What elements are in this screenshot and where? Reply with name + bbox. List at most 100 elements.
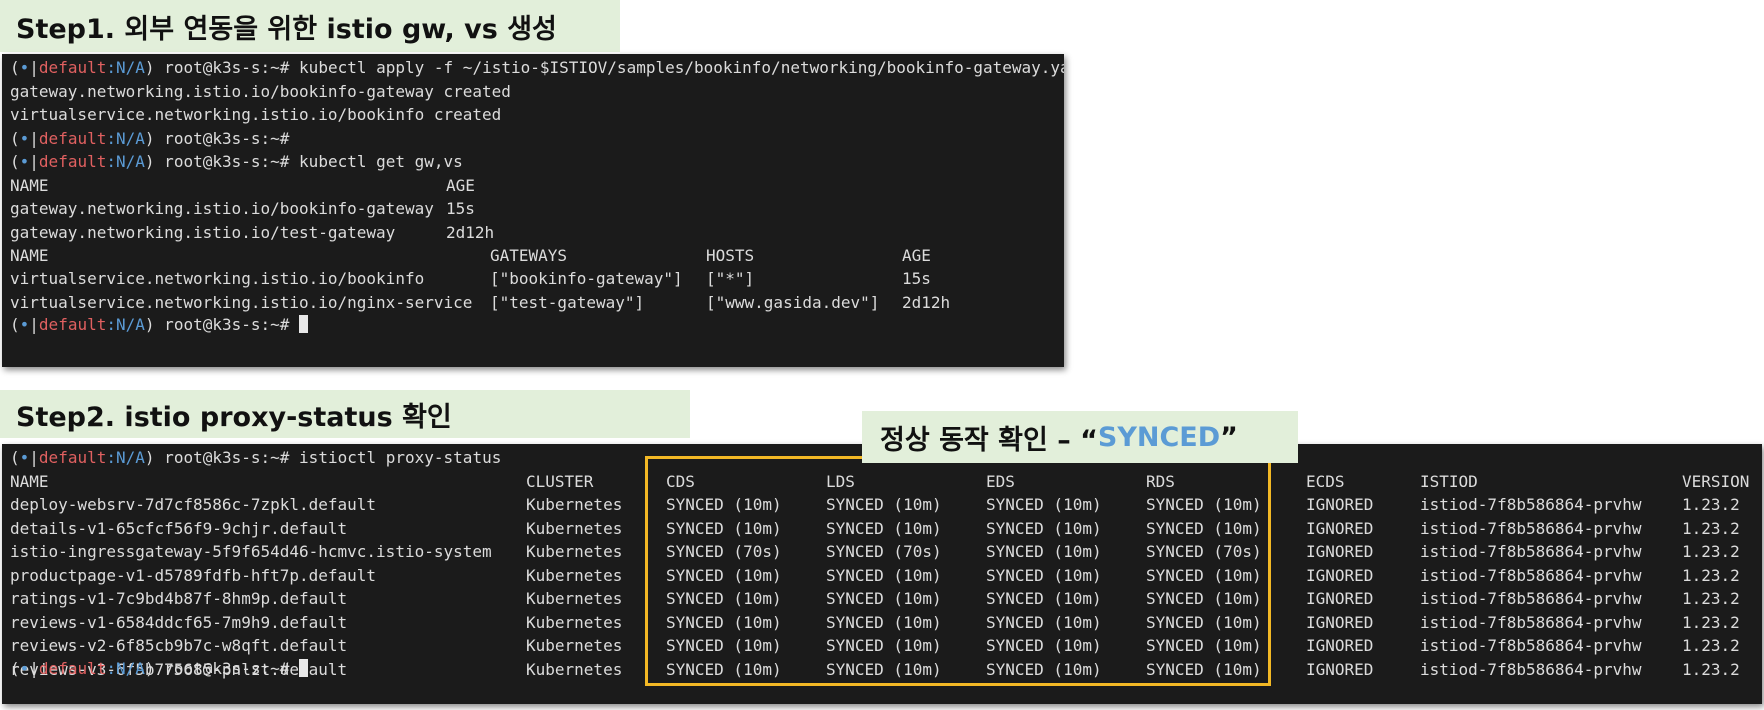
prompt-context: default xyxy=(38,128,107,148)
prompt-namespace: N/A xyxy=(116,58,145,77)
prompt-colon: : xyxy=(106,58,116,77)
table-cell: ratings-v1-7c9bd4b87f-8hm9p.default xyxy=(10,589,348,608)
prompt-user-host: root@k3s-s:~# xyxy=(154,128,300,148)
table-cell: Kubernetes xyxy=(526,495,623,514)
prompt-context: default xyxy=(38,152,107,171)
table-cell: IGNORED xyxy=(1306,518,1374,538)
shell-prompt: (•|default:N/A) root@k3s-s:~# xyxy=(10,315,299,334)
table-cell: NAME xyxy=(10,175,49,195)
prompt-close: ) xyxy=(144,152,155,171)
table-cell: SYNCED (10m) xyxy=(1146,636,1262,655)
table-cell: 2d12h xyxy=(902,292,951,312)
table-cell: SYNCED (10m) xyxy=(986,612,1102,632)
prompt-open: ( xyxy=(10,58,20,77)
command-apply: kubectl apply -f ~/istio-$ISTIOV/samples… xyxy=(299,58,1064,77)
table-cell: 1.23.2 xyxy=(1682,565,1740,585)
prompt-user-host: root@k3s-s:~# xyxy=(154,659,300,678)
prompt-user-host: root@k3s-s:~# xyxy=(154,448,300,467)
prompt-separator: | xyxy=(29,128,39,148)
table-cell: istiod-7f8b586864-prvhw xyxy=(1420,518,1642,538)
table-cell: CLUSTER xyxy=(526,471,594,491)
table-cell: ECDS xyxy=(1306,471,1345,491)
table-cell: Kubernetes xyxy=(526,659,623,679)
table-cell: IGNORED xyxy=(1306,659,1374,679)
prompt-open: ( xyxy=(10,448,20,467)
prompt-open: ( xyxy=(10,128,20,148)
table-cell: SYNCED (70s) xyxy=(666,542,782,561)
table-cell: istiod-7f8b586864-prvhw xyxy=(1420,612,1642,632)
prompt-open: ( xyxy=(10,659,20,678)
table-cell: SYNCED (10m) xyxy=(986,636,1102,655)
prompt-colon: : xyxy=(106,128,116,148)
table-cell: SYNCED (10m) xyxy=(666,636,782,655)
table-cell: istiod-7f8b586864-prvhw xyxy=(1420,565,1642,585)
table-cell: 1.23.2 xyxy=(1682,589,1740,608)
step1-label: Step1. 외부 연동을 위한 istio gw, vs 생성 xyxy=(0,0,620,52)
table-cell: ISTIOD xyxy=(1420,471,1478,491)
prompt-separator: | xyxy=(29,448,39,467)
prompt-status-dot: • xyxy=(19,448,30,467)
table-cell: AGE xyxy=(902,245,931,265)
table-cell: reviews-v2-6f85cb9b7c-w8qft.default xyxy=(10,636,348,655)
prompt-separator: | xyxy=(29,58,39,77)
table-cell: IGNORED xyxy=(1306,589,1374,608)
prompt-namespace: N/A xyxy=(116,128,145,148)
table-cell: SYNCED (10m) xyxy=(986,589,1102,608)
callout-prefix: 정상 동작 확인 – “ xyxy=(880,424,1098,456)
table-cell: SYNCED (10m) xyxy=(1146,659,1262,679)
table-cell: gateway.networking.istio.io/bookinfo-gat… xyxy=(10,199,434,218)
table-cell: SYNCED (10m) xyxy=(1146,612,1262,632)
table-cell: Kubernetes xyxy=(526,518,623,538)
cursor xyxy=(299,659,309,677)
table-cell: details-v1-65cfcf56f9-9chjr.default xyxy=(10,518,348,538)
prompt-separator: | xyxy=(29,315,39,334)
table-cell: gateway.networking.istio.io/test-gateway xyxy=(10,222,396,242)
table-cell: reviews-v1-6584ddcf65-7m9h9.default xyxy=(10,612,348,632)
table-cell: IGNORED xyxy=(1306,612,1374,632)
table-cell: Kubernetes xyxy=(526,612,623,632)
table-cell: SYNCED (10m) xyxy=(666,612,782,632)
callout-highlight: SYNCED xyxy=(1097,421,1221,453)
callout-suffix: ” xyxy=(1220,421,1238,453)
shell-prompt: (•|default:N/A) root@k3s-s:~# xyxy=(10,448,299,467)
prompt-status-dot: • xyxy=(19,152,30,171)
terminal-line-final-prompt[interactable]: (•|default:N/A) root@k3s-s:~# xyxy=(10,657,309,681)
table-cell: SYNCED (10m) xyxy=(666,518,782,538)
prompt-namespace: N/A xyxy=(116,659,145,678)
table-cell: 15s xyxy=(446,199,475,218)
table-cell: SYNCED (10m) xyxy=(666,495,782,514)
shell-prompt: (•|default:N/A) root@k3s-s:~# xyxy=(10,58,299,77)
table-cell: SYNCED (70s) xyxy=(826,542,942,561)
output-virtualservice-created: virtualservice.networking.istio.io/booki… xyxy=(10,105,502,124)
table-cell: IGNORED xyxy=(1306,636,1374,655)
table-cell: istiod-7f8b586864-prvhw xyxy=(1420,495,1642,514)
table-cell: HOSTS xyxy=(706,245,755,265)
table-cell: 15s xyxy=(902,269,931,288)
terminal-proxy-status[interactable]: (•|default:N/A) root@k3s-s:~# istioctl p… xyxy=(2,444,1762,704)
table-cell: SYNCED (10m) xyxy=(986,542,1102,561)
prompt-context: default xyxy=(38,448,107,467)
table-cell: ["*"] xyxy=(706,269,755,288)
table-cell: ["bookinfo-gateway"] xyxy=(490,269,683,288)
table-cell: EDS xyxy=(986,471,1015,491)
table-cell: ["www.gasida.dev"] xyxy=(706,292,880,312)
shell-prompt: (•|default:N/A) root@k3s-s:~# xyxy=(10,659,299,678)
prompt-context: default xyxy=(38,659,107,678)
shell-prompt: (•|default:N/A) root@k3s-s:~# xyxy=(10,129,299,148)
prompt-context: default xyxy=(38,58,107,77)
table-cell: istiod-7f8b586864-prvhw xyxy=(1420,589,1642,608)
prompt-user-host: root@k3s-s:~# xyxy=(154,58,300,77)
terminal-line-final-prompt[interactable]: (•|default:N/A) root@k3s-s:~# xyxy=(10,313,309,337)
cursor xyxy=(299,315,309,333)
table-cell: SYNCED (70s) xyxy=(1146,542,1262,561)
synced-callout: 정상 동작 확인 – “SYNCED” xyxy=(862,411,1298,463)
table-cell: NAME xyxy=(10,245,49,265)
table-cell: IGNORED xyxy=(1306,495,1374,514)
table-cell: SYNCED (10m) xyxy=(986,565,1102,585)
prompt-user-host: root@k3s-s:~# xyxy=(154,152,300,171)
table-cell: Kubernetes xyxy=(526,542,623,561)
prompt-status-dot: • xyxy=(19,128,30,148)
terminal-line-proxy-status: (•|default:N/A) root@k3s-s:~# istioctl p… xyxy=(10,446,501,470)
terminal-gateway-virtualservice[interactable]: (•|default:N/A) root@k3s-s:~# kubectl ap… xyxy=(2,54,1064,367)
prompt-open: ( xyxy=(10,152,20,171)
